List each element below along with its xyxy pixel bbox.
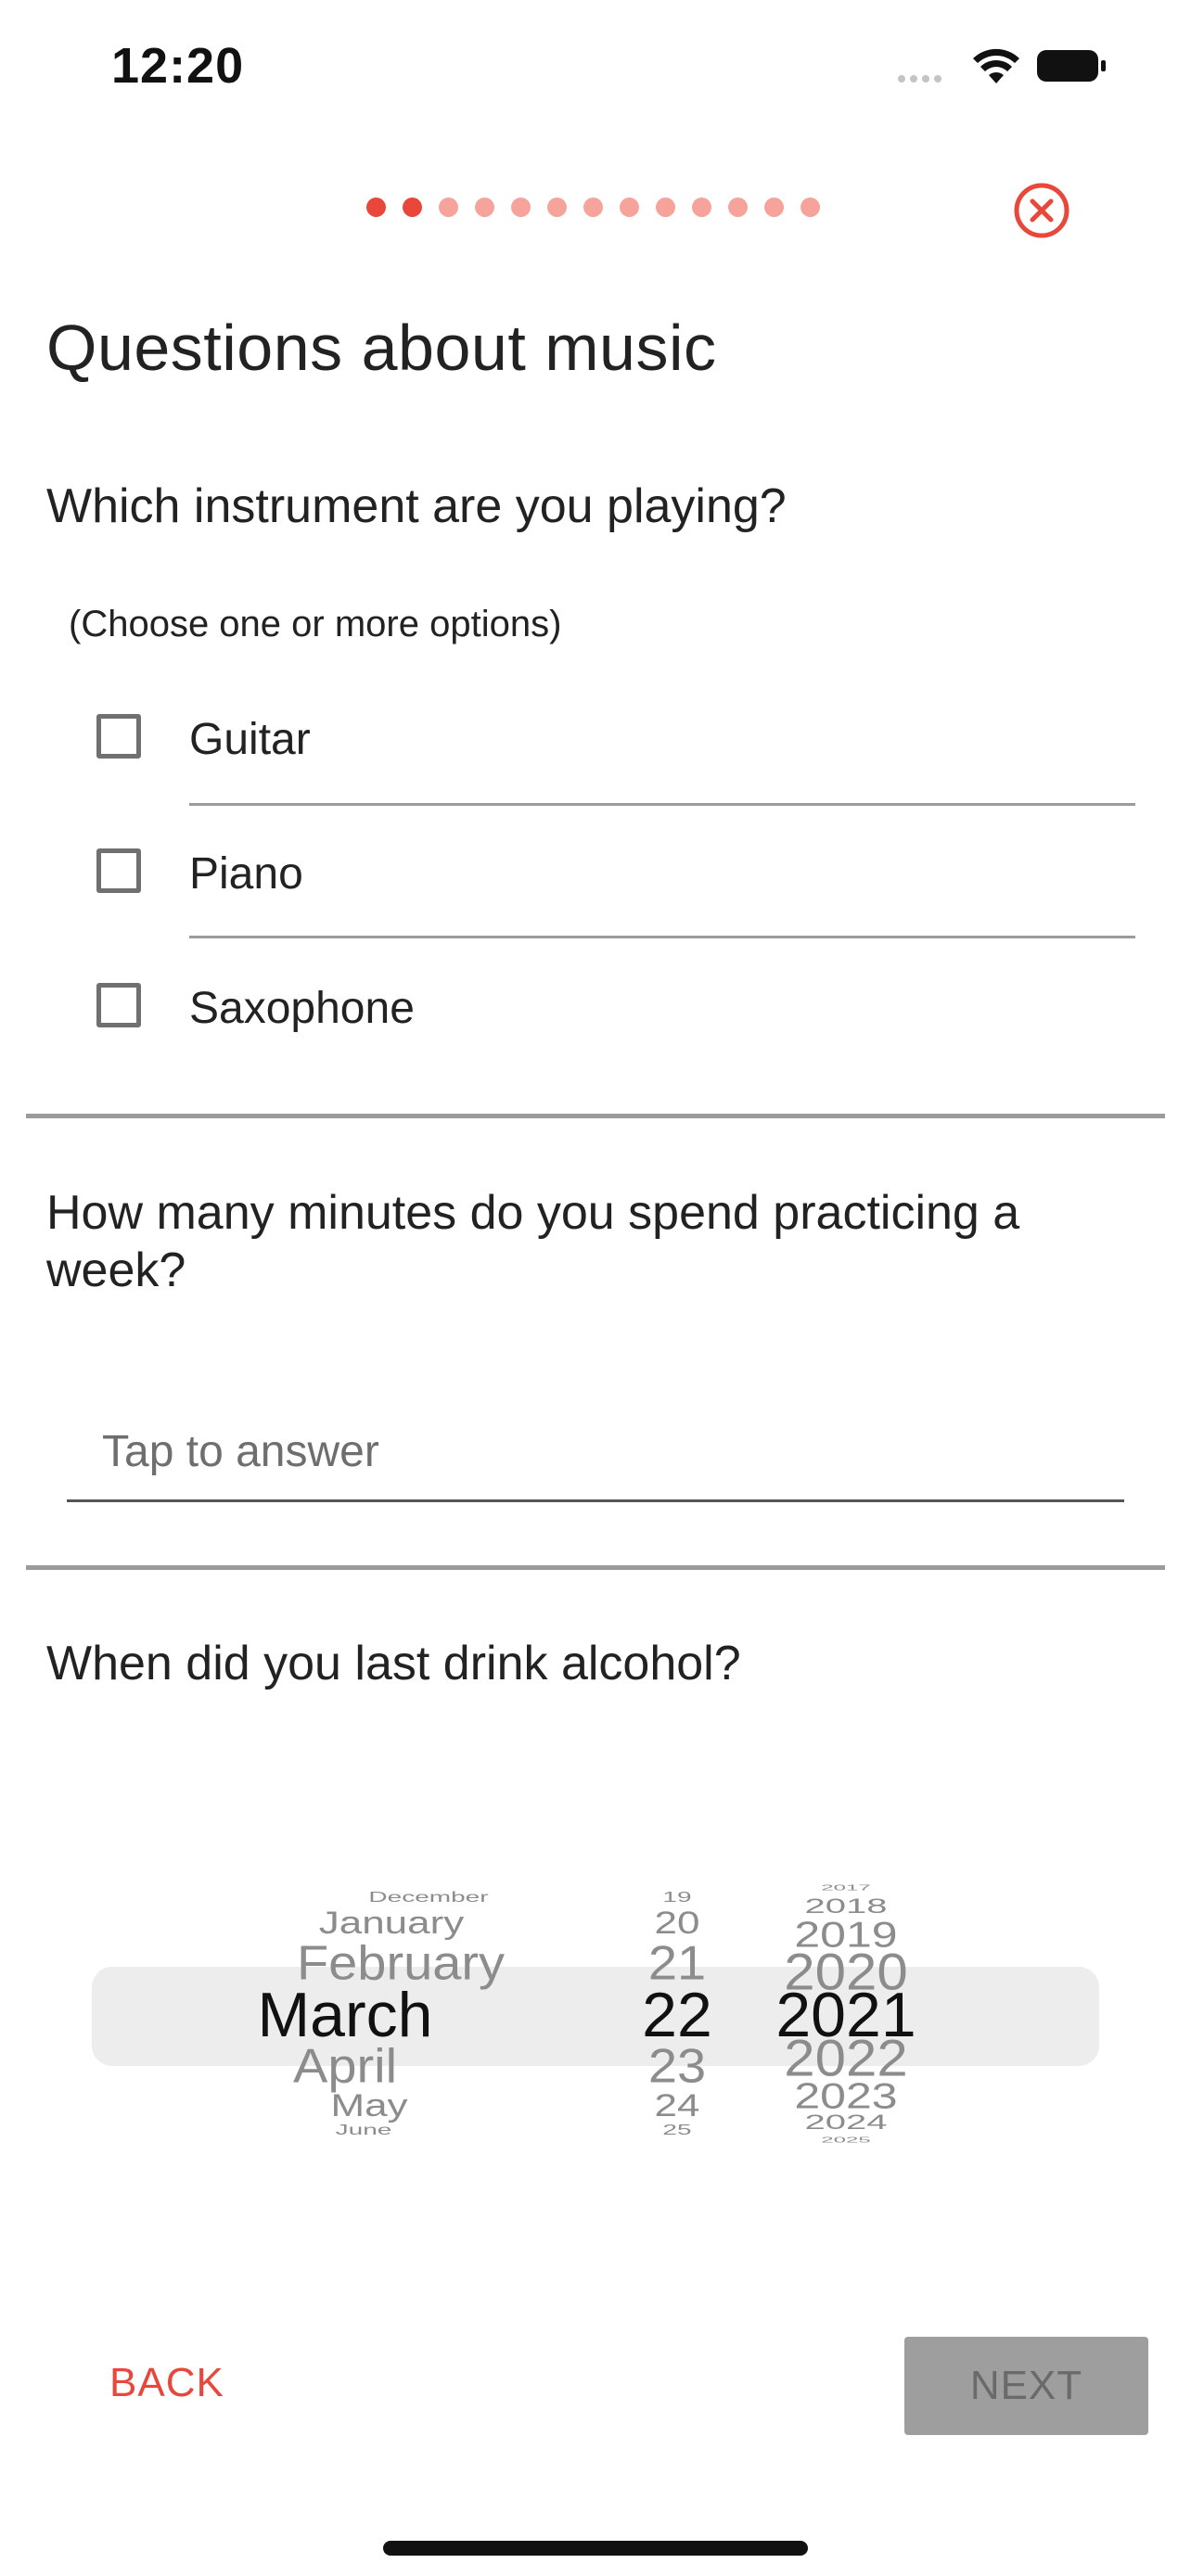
progress-dot — [728, 198, 748, 217]
next-button[interactable]: NEXT — [904, 2337, 1148, 2435]
progress-dot — [439, 198, 458, 217]
progress-dot — [583, 198, 603, 217]
home-indicator — [383, 2541, 808, 2556]
option-label-saxophone: Saxophone — [189, 984, 415, 1033]
status-time: 12:20 — [111, 38, 245, 94]
checkbox-guitar[interactable] — [96, 714, 141, 759]
section-divider — [26, 1565, 1165, 1570]
option-guitar[interactable]: Guitar — [96, 686, 1135, 797]
progress-dot — [764, 198, 784, 217]
progress-dot — [366, 198, 386, 217]
back-button[interactable]: BACK — [109, 2360, 224, 2406]
checkbox-saxophone[interactable] — [96, 983, 141, 1027]
question-last-drink: When did you last drink alcohol? — [46, 1637, 741, 1690]
input-underline — [67, 1499, 1124, 1502]
page-title: Questions about music — [46, 312, 717, 384]
progress-dot — [656, 198, 675, 217]
progress-dot — [692, 198, 711, 217]
progress-indicator — [366, 198, 837, 217]
progress-dot — [547, 198, 567, 217]
month-option[interactable]: April — [160, 2037, 531, 2095]
signal-icon — [898, 70, 946, 87]
section-divider — [26, 1114, 1165, 1118]
question-instrument: Which instrument are you playing? — [46, 479, 787, 533]
year-option[interactable]: 2024 — [660, 2111, 1031, 2135]
battery-icon — [1037, 50, 1106, 82]
question-practice-minutes: How many minutes do you spend practicing… — [46, 1186, 1020, 1297]
question-hint: (Choose one or more options) — [69, 604, 562, 644]
wifi-icon — [972, 48, 1020, 85]
year-option[interactable]: 2017 — [660, 1883, 1031, 1893]
progress-dot — [511, 198, 531, 217]
option-saxophone[interactable]: Saxophone — [96, 953, 1135, 1065]
progress-dot — [475, 198, 494, 217]
date-picker[interactable]: December January February March April May June… — [0, 1780, 1191, 2244]
option-divider — [189, 936, 1135, 938]
option-piano[interactable]: Piano — [96, 819, 1135, 930]
progress-dot — [403, 198, 422, 217]
close-circle-icon — [1014, 183, 1069, 238]
option-label-piano: Piano — [189, 849, 303, 899]
progress-dot — [800, 198, 820, 217]
progress-dot — [620, 198, 639, 217]
practice-minutes-input[interactable] — [67, 1400, 1124, 1502]
option-divider — [189, 803, 1135, 806]
checkbox-piano[interactable] — [96, 848, 141, 893]
close-button[interactable] — [1013, 182, 1070, 239]
year-option[interactable]: 2025 — [660, 2136, 1031, 2145]
option-label-guitar: Guitar — [189, 715, 311, 764]
